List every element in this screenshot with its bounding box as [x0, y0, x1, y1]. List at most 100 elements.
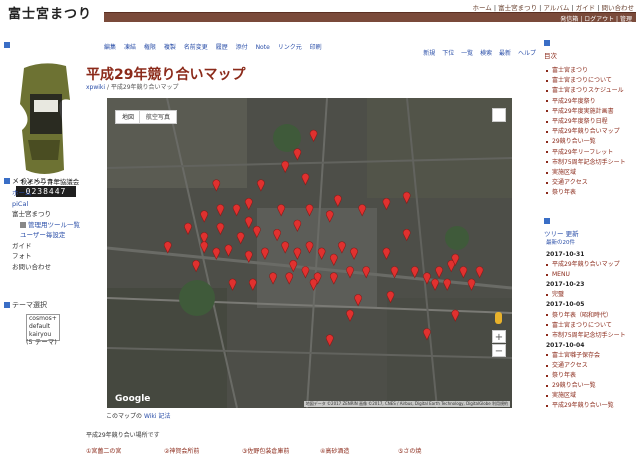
tool-help[interactable]: ヘルプ [518, 50, 536, 57]
toc-item[interactable]: 平成29年度実施計画書 [546, 107, 638, 117]
update-item[interactable]: 完璧 [546, 290, 638, 300]
site-title[interactable]: 富士宮まつり [8, 3, 92, 22]
toc-item[interactable]: 平成29年度祭り [546, 97, 638, 107]
update-item[interactable]: 交通アクセス [546, 361, 638, 371]
place-item[interactable]: ③佐野包装倉庫前 [242, 446, 320, 455]
tool-search[interactable]: 検索 [480, 50, 492, 57]
places-list: ①宮薗二の宮 ②神賀会所前 ③佐野包装倉庫前 ④高砂酒造 ⑤さの焼 [86, 446, 476, 455]
updates-heading[interactable]: ツリー 更新 [544, 228, 579, 238]
wiki-syntax-link[interactable]: Wiki 記法 [144, 413, 171, 420]
tool-note[interactable]: Note [256, 44, 270, 51]
menu-item-photo[interactable]: フォト [12, 251, 80, 262]
top-link-contact[interactable]: 問い合わせ [602, 4, 635, 12]
toc-item[interactable]: 実施区域 [546, 168, 638, 178]
theme-option[interactable]: cosmos+ [29, 315, 59, 323]
update-item[interactable]: MENU [546, 270, 638, 280]
tool-recent[interactable]: 最新 [499, 50, 511, 57]
update-date: 2017-10-31 [546, 251, 585, 258]
update-item[interactable]: 実施区域 [546, 391, 638, 401]
update-item[interactable]: 29競り合い一覧 [546, 381, 638, 391]
toc-item[interactable]: 交通アクセス [546, 178, 638, 188]
top-link-guide[interactable]: ガイド [576, 4, 596, 12]
tool-copy[interactable]: 複製 [164, 44, 176, 51]
theme-count: (5 テーマ) [26, 338, 57, 346]
main-menu-heading: メインメニュー [4, 176, 61, 186]
top-header: 富士宮まつり ホーム | 富士宮まつり | アルバム | ガイド | 問い合わせ… [0, 0, 640, 23]
tool-new[interactable]: 新規 [423, 50, 435, 57]
toc-list: 富士宮まつり 富士宮まつりについて 富士宮まつりスケジュール 平成29年度祭り … [546, 66, 638, 199]
place-item[interactable]: ⑤さの焼 [398, 446, 476, 455]
menu-item-festival[interactable]: 富士宮まつり [12, 209, 80, 220]
menu-item-admin-tools[interactable]: 管理用ツール一覧 [12, 220, 80, 231]
google-logo: Google [115, 394, 151, 404]
updates-subheading: 最新の20件 [546, 240, 575, 246]
embedded-map[interactable]: 地図 航空写真 + − Google 地図データ ©2017 ZENRIN 画像… [107, 98, 512, 408]
tool-list[interactable]: 一覧 [461, 50, 473, 57]
menu-item-user-settings[interactable]: ユーザー毎設定 [12, 230, 80, 241]
page-toolbar-right: 新規 下位 一覧 検索 最新 ヘルプ [418, 48, 536, 57]
bar-link-logout[interactable]: ログアウト [584, 16, 614, 23]
block-icon [544, 218, 550, 224]
place-item[interactable]: ①宮薗二の宮 [86, 446, 164, 455]
zoom-out-button[interactable]: − [492, 344, 506, 357]
update-item[interactable]: 祭り年表 [546, 371, 638, 381]
left-sidebar: 秋まつり青年協議会 0238447 メインメニュー ホーム piCal 富士宮ま… [0, 38, 98, 421]
toc-item[interactable]: 祭り年表 [546, 188, 638, 198]
tool-history[interactable]: 履歴 [216, 44, 228, 51]
toc-item[interactable]: 富士宮まつりスケジュール [546, 86, 638, 96]
update-date: 2017-10-23 [546, 281, 585, 289]
update-date: 2017-10-04 [546, 341, 585, 349]
update-item[interactable]: 平成29年競り合いマップ [546, 260, 638, 270]
toc-item[interactable]: 平成29年度祭り日程 [546, 117, 638, 127]
menu-item-home[interactable]: ホーム [12, 188, 80, 199]
tool-edit[interactable]: 編集 [104, 44, 116, 51]
top-link-home[interactable]: ホーム [472, 4, 491, 12]
map-type-map-tab[interactable]: 地図 [115, 110, 142, 124]
tool-attach[interactable]: 添付 [236, 44, 248, 51]
street-view-pegman-icon[interactable] [495, 312, 502, 324]
menu-item-guide[interactable]: ガイド [12, 241, 80, 252]
toc-item[interactable]: 平成29年リーフレット [546, 148, 638, 158]
map-type-satellite-tab[interactable]: 航空写真 [139, 110, 178, 124]
main-content: 編集 凍結 権限 複製 名前変更 履歴 添付 Note リンク元 印刷 新規 下… [86, 38, 536, 455]
top-links: ホーム | 富士宮まつり | アルバム | ガイド | 問い合わせ [472, 4, 635, 12]
main-menu: ホーム piCal 富士宮まつり 管理用ツール一覧 ユーザー毎設定 ガイド フォ… [12, 188, 80, 272]
toc-item[interactable]: 富士宮まつり [546, 66, 638, 76]
toc-item[interactable]: 富士宮まつりについて [546, 76, 638, 86]
menu-item-pical[interactable]: piCal [12, 199, 80, 210]
zoom-in-button[interactable]: + [492, 330, 506, 343]
association-logo [20, 63, 70, 174]
tool-children[interactable]: 下位 [442, 50, 454, 57]
menu-item-contact[interactable]: お問い合わせ [12, 262, 80, 273]
top-link-festival[interactable]: 富士宮まつり [498, 4, 537, 12]
tool-backlinks[interactable]: リンク元 [278, 44, 302, 51]
toc-item[interactable]: 平成29年競り合いマップ [546, 127, 638, 137]
breadcrumb-root[interactable]: xpwiki [86, 84, 105, 91]
header-bar-links: 発信箱 | ログアウト | 管理 [560, 16, 632, 23]
fullscreen-icon[interactable] [492, 108, 506, 122]
tool-freeze[interactable]: 凍結 [124, 44, 136, 51]
update-item[interactable]: 富士宮囃子保存会 [546, 351, 638, 361]
updates-list: 2017-10-31 平成29年競り合いマップ MENU 2017-10-23 … [546, 250, 638, 412]
tool-rename[interactable]: 名前変更 [184, 44, 208, 51]
top-link-album[interactable]: アルバム [543, 4, 569, 12]
toc-item[interactable]: 29競り合い一覧 [546, 137, 638, 147]
toc-item[interactable]: 市制75周年記念切手シート [546, 158, 638, 168]
toc-heading: 目次 [544, 52, 557, 60]
update-item[interactable]: 富士宮まつりについて [546, 321, 638, 331]
bar-link-post[interactable]: 発信箱 [560, 16, 578, 23]
places-heading: 平成29年競り合い場所です [86, 432, 160, 439]
update-item[interactable]: 祭り年表（昭和時代） [546, 311, 638, 321]
satellite-imagery[interactable] [107, 98, 512, 408]
place-item[interactable]: ②神賀会所前 [164, 446, 242, 455]
theme-option[interactable]: default [29, 323, 59, 331]
tool-permission[interactable]: 権限 [144, 44, 156, 51]
bar-link-admin[interactable]: 管理 [620, 16, 632, 23]
breadcrumb: xpwiki / 平成29年競り合いマップ [86, 84, 179, 91]
block-icon [544, 40, 550, 46]
place-item[interactable]: ④高砂酒造 [320, 446, 398, 455]
tool-print[interactable]: 印刷 [310, 44, 322, 51]
update-item[interactable]: 市制75周年記念切手シート [546, 331, 638, 341]
update-item[interactable]: 平成29年競り合い一覧 [546, 401, 638, 411]
theme-heading: テーマ選択 [4, 300, 47, 310]
